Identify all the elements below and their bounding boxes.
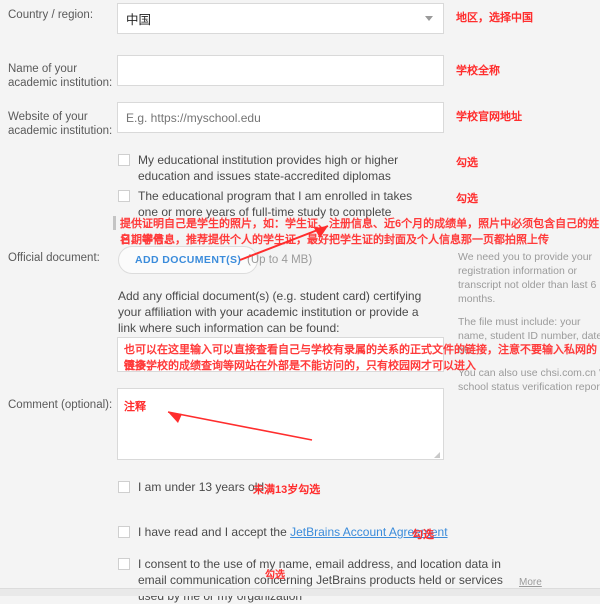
checkbox-agreement[interactable] — [118, 526, 130, 538]
annotation-checkbox-education: 勾选 — [456, 157, 478, 169]
checkbox-row-education[interactable]: My educational institution provides high… — [118, 152, 428, 184]
annotation-institution-website: 学校官网地址 — [456, 111, 522, 123]
annotation-document-link-line2: 很多学校的成绩查询等网站在外部是不能访问的，只有校园网才可以进入 — [124, 360, 476, 372]
annotation-comment: 注释 — [124, 401, 146, 413]
student-license-form-page: Country / region: 中国 地区，选择中国 Name of you… — [0, 0, 600, 603]
checkbox-under13-label: I am under 13 years old — [138, 480, 265, 494]
add-documents-button[interactable]: ADD DOCUMENT(S) — [118, 246, 259, 274]
comment-textarea[interactable] — [117, 388, 444, 460]
agreement-text-prefix: I have read and I accept the — [138, 525, 291, 539]
country-select-value: 中国 — [126, 13, 152, 27]
official-document-label: Official document: — [8, 252, 100, 264]
chevron-down-icon — [425, 16, 433, 21]
country-select[interactable]: 中国 — [117, 3, 444, 34]
annotation-consent: 勾选 — [265, 570, 285, 581]
checkbox-row-consent[interactable]: I consent to the use of my name, email a… — [118, 556, 518, 604]
checkbox-consent-label: I consent to the use of my name, email a… — [138, 557, 503, 603]
institution-name-input[interactable] — [117, 55, 444, 86]
consent-more-link[interactable]: More — [519, 577, 542, 588]
annotation-institution-name: 学校全称 — [456, 65, 500, 77]
info-panel: We need you to provide your registration… — [458, 250, 600, 403]
checkbox-agreement-label: I have read and I accept the JetBrains A… — [138, 524, 448, 540]
annotation-agreement: 勾选 — [412, 529, 434, 541]
checkbox-row-under13[interactable]: I am under 13 years old — [118, 479, 264, 495]
institution-website-input[interactable] — [117, 102, 444, 133]
institution-website-label: Website of your academic institution: — [8, 111, 113, 137]
resize-handle-icon[interactable] — [434, 452, 440, 458]
checkbox-education-label: My educational institution provides high… — [138, 153, 399, 183]
checkbox-education[interactable] — [118, 154, 130, 166]
annotation-checkbox-program: 勾选 — [456, 193, 478, 205]
checkbox-row-agreement[interactable]: I have read and I accept the JetBrains A… — [118, 524, 448, 540]
annotation-country: 地区，选择中国 — [456, 12, 533, 24]
document-helper-text: Add any official document(s) (e.g. stude… — [118, 289, 422, 335]
checkbox-program[interactable] — [118, 190, 130, 202]
checkbox-under13[interactable] — [118, 481, 130, 493]
annotation-under13: 未满13岁勾选 — [253, 484, 321, 496]
comment-label: Comment (optional): — [8, 399, 113, 411]
footer-bar — [0, 588, 600, 596]
checkbox-consent[interactable] — [118, 558, 130, 570]
upload-size-hint: (Up to 4 MB) — [247, 254, 313, 266]
annotation-marker-bar — [113, 216, 116, 230]
institution-name-label: Name of your academic institution: — [8, 63, 113, 89]
info-paragraph-1: We need you to provide your registration… — [458, 251, 597, 305]
country-label: Country / region: — [8, 9, 94, 21]
